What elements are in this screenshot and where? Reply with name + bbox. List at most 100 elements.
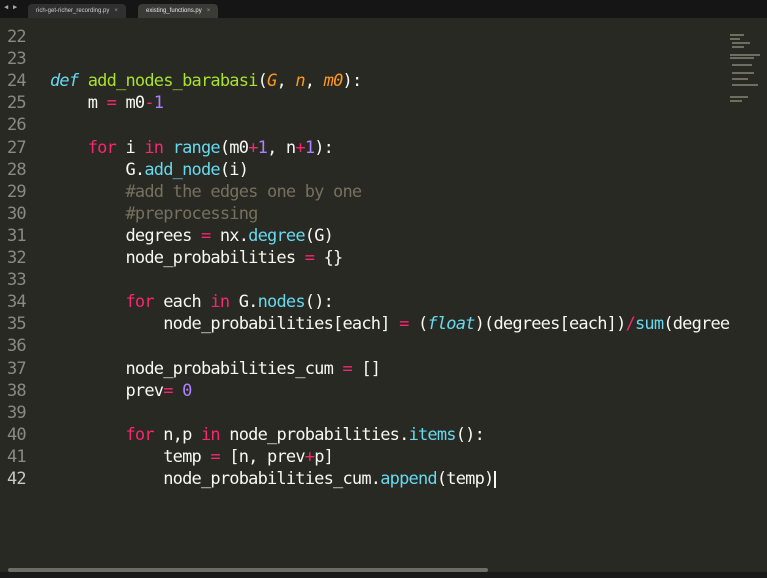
code-token: float	[427, 314, 475, 334]
tab-rich-get-richer[interactable]: rich-get-richer_recording.py ×	[28, 4, 126, 18]
back-arrow-icon[interactable]: ◀	[4, 3, 8, 11]
code-token: , n	[267, 138, 296, 158]
code-token: =	[200, 226, 211, 246]
code-text: prev= 0	[50, 380, 192, 402]
code-token: G.	[229, 292, 259, 312]
code-token: (	[408, 314, 428, 334]
code-token: for	[125, 292, 154, 312]
code-token: =	[106, 93, 117, 113]
status-bar	[0, 572, 767, 578]
code-text: def add_nodes_barabasi(G, n, m0):	[50, 70, 363, 92]
code-token: (i)	[219, 160, 249, 180]
code-token: =	[399, 314, 409, 334]
code-token: ):	[314, 138, 334, 158]
line-number: 36	[7, 336, 27, 356]
code-token: n,p	[153, 425, 201, 445]
code-token: m	[50, 93, 107, 113]
code-token: [n, prev	[219, 447, 305, 467]
code-token: n	[295, 71, 305, 91]
tab-label: existing_functions.py	[146, 8, 202, 14]
close-icon[interactable]: ×	[114, 8, 118, 14]
code-token: items	[408, 425, 457, 445]
code-text: node_probabilities = {}	[50, 247, 343, 269]
code-token: append	[380, 469, 437, 489]
code-token: for	[125, 425, 154, 445]
code-token: =	[304, 248, 315, 268]
line-number: 35	[7, 314, 27, 334]
line-number: 25	[7, 93, 27, 113]
code-token: =	[210, 447, 220, 467]
code-token: =	[342, 359, 352, 379]
code-token: 1	[257, 138, 268, 158]
code-token: degree	[248, 226, 305, 246]
line-number: 33	[7, 270, 27, 290]
code-token: in	[210, 292, 230, 312]
line-number: 37	[7, 359, 27, 379]
text-cursor	[494, 470, 497, 488]
code-token: (temp)	[436, 469, 494, 489]
code-token: =	[163, 381, 173, 401]
code-token: def	[50, 71, 79, 91]
code-token: ):	[342, 71, 363, 91]
minimap[interactable]	[726, 26, 767, 126]
code-token: []	[351, 359, 381, 379]
line-number: 40	[7, 425, 27, 445]
code-token: (degree	[663, 314, 730, 334]
code-token: #add the edges one by one	[125, 182, 362, 202]
code-token: add_nodes_barabasi	[87, 71, 259, 91]
code-token: 1	[304, 138, 315, 158]
code-token: sum	[635, 314, 664, 334]
close-icon[interactable]: ×	[207, 8, 211, 14]
line-number: 30	[7, 204, 27, 224]
code-token: i	[116, 138, 145, 158]
code-token: )(degrees[each])	[474, 314, 627, 334]
code-token: +	[295, 138, 305, 158]
code-token: ():	[304, 292, 334, 312]
code-token: ,	[304, 71, 324, 91]
code-token: G.	[50, 160, 145, 180]
code-text: temp = [n, prev+p]	[50, 446, 334, 468]
code-token: degrees	[50, 226, 201, 246]
line-number: 29	[7, 182, 27, 202]
code-token: node_probabilities.	[219, 425, 409, 445]
line-number: 26	[7, 115, 27, 135]
code-token: in	[144, 138, 164, 158]
line-number: 22	[7, 27, 27, 47]
line-number: 42	[7, 469, 27, 489]
code-text: for each in G.nodes():	[50, 291, 333, 313]
code-token: +	[304, 447, 315, 467]
code-token: node_probabilities	[50, 248, 305, 268]
forward-arrow-icon[interactable]: ▶	[13, 3, 17, 11]
line-number: 39	[7, 403, 27, 423]
code-text: node_probabilities_cum.append(temp)	[50, 468, 497, 490]
code-text: for n,p in node_probabilities.items():	[50, 424, 484, 446]
editor-window: ◀ ▶ rich-get-richer_recording.py × existi…	[0, 0, 767, 578]
code-text: #add the edges one by one	[50, 181, 362, 203]
line-number: 34	[7, 292, 27, 312]
code-token: (G)	[304, 226, 334, 246]
line-number: 31	[7, 226, 27, 246]
line-number: 41	[7, 447, 27, 467]
tab-existing-functions[interactable]: existing_functions.py ×	[138, 4, 219, 18]
code-text: node_probabilities_cum = []	[50, 358, 381, 380]
code-token: ():	[455, 425, 485, 445]
code-text: G.add_node(i)	[50, 159, 248, 181]
line-number: 24	[7, 71, 27, 91]
code-editor[interactable]: 22 23 24 def add_nodes_barabasi(G, n, m0): 2…	[0, 26, 730, 566]
code-token: 1	[153, 93, 164, 113]
code-token: m0	[323, 71, 344, 91]
code-token: #preprocessing	[125, 204, 258, 224]
code-token: node_probabilities_cum	[50, 359, 343, 379]
code-token: node_probabilities[each]	[50, 314, 400, 334]
code-token: temp	[50, 447, 211, 467]
code-token: add_node	[144, 160, 220, 180]
code-text: node_probabilities[each] = (float)(degre…	[50, 313, 730, 335]
line-number: 23	[7, 49, 27, 69]
code-token: ,	[276, 71, 296, 91]
code-token: +	[248, 138, 258, 158]
